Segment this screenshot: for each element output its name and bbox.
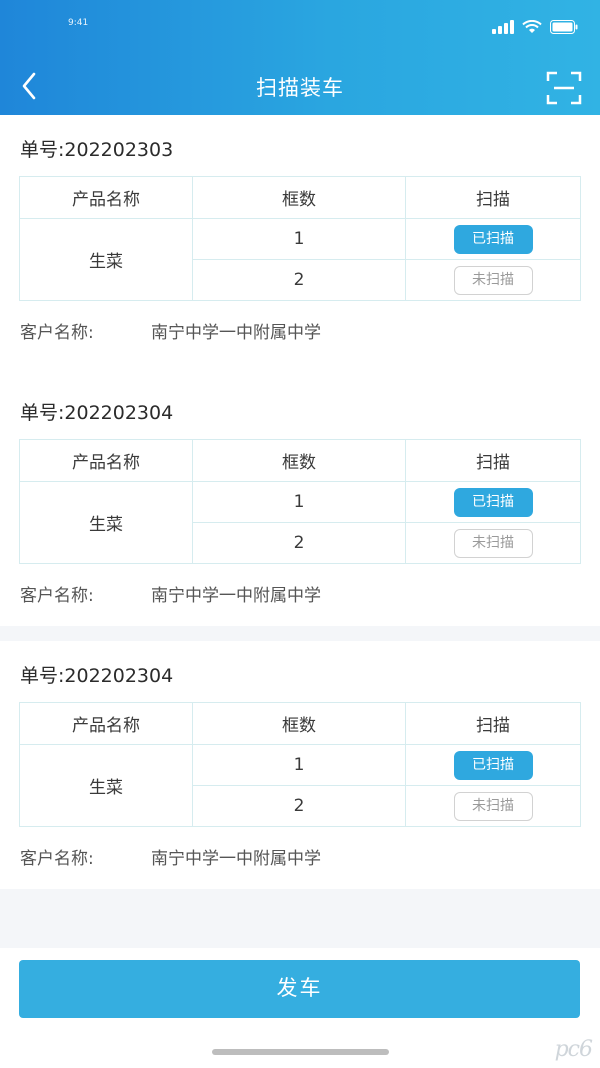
wifi-icon [522, 20, 542, 33]
bottom-bar: 发车 pc6 [0, 948, 600, 1068]
table-row: 生菜 1 已扫描 [19, 218, 581, 301]
scan-cell: 未扫描 [405, 522, 581, 564]
table-header-row: 产品名称 框数 扫描 [19, 439, 581, 482]
scan-cell: 未扫描 [405, 785, 581, 827]
customer-name: 南宁中学一中附属中学 [151, 849, 321, 869]
box-cell: 2 [192, 785, 406, 827]
order-card: 单号:202202304 产品名称 框数 扫描 生菜 1 已扫描 2 未扫描 客… [0, 641, 600, 889]
unscanned-badge[interactable]: 未扫描 [453, 265, 533, 295]
product-cell: 生菜 [19, 481, 193, 564]
home-indicator[interactable] [212, 1049, 389, 1055]
table-row: 生菜 1 已扫描 [19, 744, 581, 827]
header-boxes: 框数 [192, 439, 406, 482]
header-scan: 扫描 [405, 176, 581, 219]
order-number: 单号:202202304 [20, 665, 174, 687]
scan-cell: 已扫描 [405, 744, 581, 786]
customer-label: 客户名称: [20, 323, 94, 343]
scanned-badge[interactable]: 已扫描 [453, 487, 533, 517]
unscanned-badge[interactable]: 未扫描 [453, 791, 533, 821]
order-table: 产品名称 框数 扫描 生菜 1 已扫描 2 未扫描 [19, 702, 581, 827]
header-product: 产品名称 [19, 702, 193, 745]
scan-frame-icon[interactable] [546, 70, 582, 106]
order-card: 单号:202202303 产品名称 框数 扫描 生菜 1 已扫描 2 未扫描 客… [0, 115, 600, 378]
top-bar: 9:41 扫描装车 [0, 0, 600, 115]
box-cell: 1 [192, 744, 406, 786]
scan-cell: 已扫描 [405, 218, 581, 260]
box-cell: 2 [192, 259, 406, 301]
scanned-badge[interactable]: 已扫描 [453, 224, 533, 254]
header-scan: 扫描 [405, 702, 581, 745]
order-card: 单号:202202304 产品名称 框数 扫描 生菜 1 已扫描 2 未扫描 客… [0, 378, 600, 626]
header-product: 产品名称 [19, 439, 193, 482]
customer-info: 客户名称: 南宁中学一中附属中学 [20, 581, 321, 606]
box-cell: 1 [192, 218, 406, 260]
order-number: 单号:202202303 [20, 139, 174, 161]
header-boxes: 框数 [192, 702, 406, 745]
header-boxes: 框数 [192, 176, 406, 219]
order-table: 产品名称 框数 扫描 生菜 1 已扫描 2 未扫描 [19, 176, 581, 301]
customer-label: 客户名称: [20, 849, 94, 869]
customer-info: 客户名称: 南宁中学一中附属中学 [20, 318, 321, 343]
signal-icon [492, 20, 514, 34]
order-table: 产品名称 框数 扫描 生菜 1 已扫描 2 未扫描 [19, 439, 581, 564]
scanned-badge[interactable]: 已扫描 [453, 750, 533, 780]
scan-cell: 已扫描 [405, 481, 581, 523]
page-title: 扫描装车 [256, 76, 344, 100]
product-cell: 生菜 [19, 744, 193, 827]
customer-label: 客户名称: [20, 586, 94, 606]
battery-icon [550, 20, 578, 34]
box-cell: 1 [192, 481, 406, 523]
header-scan: 扫描 [405, 439, 581, 482]
customer-name: 南宁中学一中附属中学 [151, 323, 321, 343]
table-row: 生菜 1 已扫描 [19, 481, 581, 564]
box-cell: 2 [192, 522, 406, 564]
scan-cell: 未扫描 [405, 259, 581, 301]
order-number: 单号:202202304 [20, 402, 174, 424]
status-icons [492, 20, 578, 34]
header-product: 产品名称 [19, 176, 193, 219]
table-header-row: 产品名称 框数 扫描 [19, 702, 581, 745]
watermark-logo: pc6 [554, 1037, 593, 1062]
product-cell: 生菜 [19, 218, 193, 301]
customer-name: 南宁中学一中附属中学 [151, 586, 321, 606]
depart-button[interactable]: 发车 [19, 960, 580, 1018]
customer-info: 客户名称: 南宁中学一中附属中学 [20, 844, 321, 869]
unscanned-badge[interactable]: 未扫描 [453, 528, 533, 558]
status-time: 9:41 [68, 18, 89, 28]
table-header-row: 产品名称 框数 扫描 [19, 176, 581, 219]
